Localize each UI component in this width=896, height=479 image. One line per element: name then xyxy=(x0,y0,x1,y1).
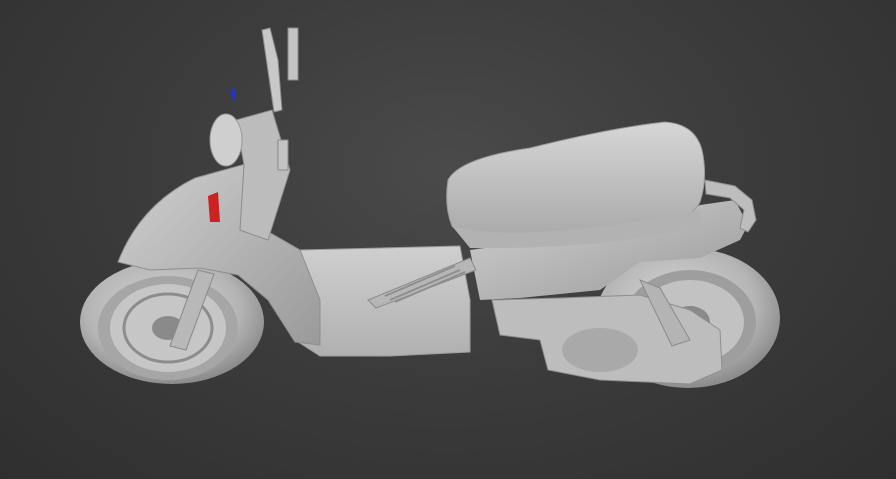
cvt-cover xyxy=(562,328,638,372)
front-wheel xyxy=(80,260,264,384)
scooter-model-render[interactable] xyxy=(0,0,896,479)
3d-viewport[interactable] xyxy=(0,0,896,479)
steering-column xyxy=(235,109,291,241)
headlight xyxy=(208,192,220,222)
mirror xyxy=(209,86,243,167)
